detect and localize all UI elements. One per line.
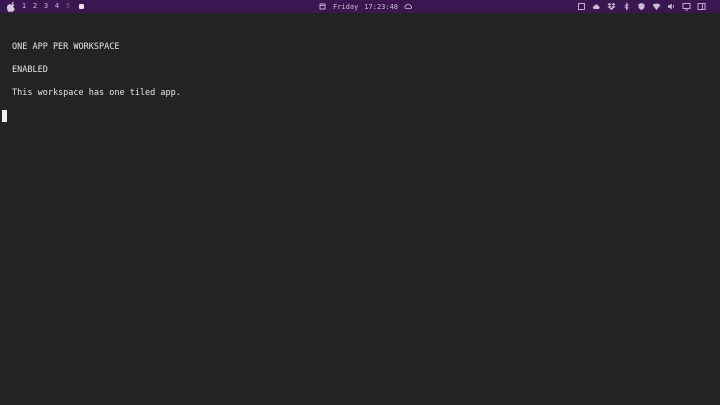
apple-icon[interactable]	[7, 1, 16, 12]
wifi-icon[interactable]	[652, 2, 661, 11]
workspace-1[interactable]: 1	[21, 0, 27, 13]
clock-day: Friday	[333, 2, 359, 11]
active-window-indicator-icon	[79, 4, 84, 9]
volume-icon[interactable]	[667, 2, 676, 11]
calendar-icon	[318, 2, 327, 11]
vpn-icon[interactable]	[637, 2, 646, 11]
workspace-3[interactable]: 3	[43, 0, 49, 13]
cloud-upload-icon[interactable]	[592, 2, 601, 11]
terminal-cursor	[2, 110, 7, 122]
weather-icon[interactable]	[404, 2, 413, 11]
dropbox-icon[interactable]	[607, 2, 616, 11]
menu-bar: 1 2 3 4 5 Friday 17:23:48	[0, 0, 720, 13]
menu-bar-clock[interactable]: Friday 17:23:48	[318, 0, 413, 13]
bluetooth-icon[interactable]	[622, 2, 631, 11]
terminal-line-status: ENABLED	[12, 65, 48, 75]
terminal-line-description: This workspace has one tiled app.	[12, 88, 181, 98]
menu-bar-left: 1 2 3 4 5	[7, 0, 84, 13]
terminal-line-title: ONE APP PER WORKSPACE	[12, 42, 120, 52]
workspace-2[interactable]: 2	[32, 0, 38, 13]
notification-icon[interactable]	[697, 2, 706, 11]
workspace-5[interactable]: 5	[65, 0, 71, 13]
clock-time: 17:23:48	[364, 2, 399, 11]
terminal-window[interactable]: ONE APP PER WORKSPACE ENABLED This works…	[0, 13, 720, 405]
display-icon[interactable]	[682, 2, 691, 11]
window-icon[interactable]	[577, 2, 586, 11]
workspace-4[interactable]: 4	[54, 0, 60, 13]
menu-bar-status-icons	[577, 0, 706, 13]
